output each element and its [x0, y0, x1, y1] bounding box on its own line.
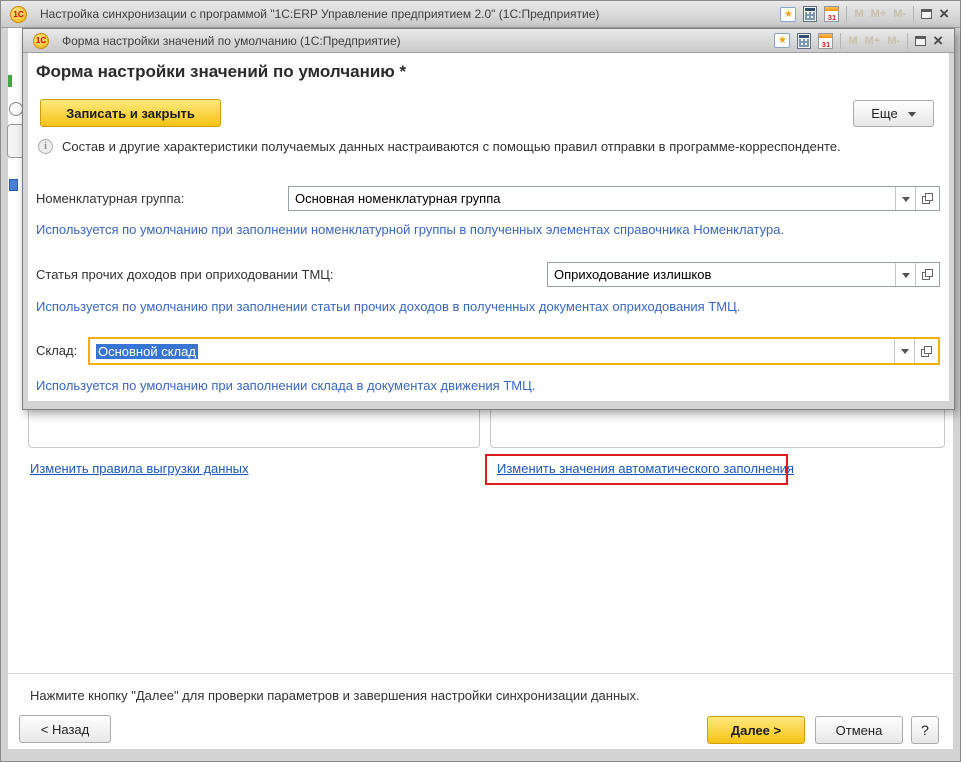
footer-hint: Нажмите кнопку "Далее" для проверки пара… [30, 688, 640, 703]
field-value[interactable]: Основной склад [90, 339, 894, 363]
bg-window-title: Настройка синхронизации с программой "1С… [40, 7, 599, 21]
selected-text: Основной склад [96, 344, 198, 359]
close-button[interactable]: × [933, 34, 943, 48]
bg-titlebar: 1С Настройка синхронизации с программой … [1, 1, 960, 28]
more-button[interactable]: Еще [853, 100, 934, 127]
bg-window-controls: ★ 31 М М+ М- × [780, 6, 960, 22]
fragment-green-marker [8, 75, 12, 87]
open-button[interactable] [915, 187, 939, 210]
calculator-icon[interactable] [803, 6, 817, 22]
chevron-down-icon [908, 112, 916, 121]
modal-window: 1С Форма настройки значений по умолчанию… [22, 28, 955, 410]
page-title: Форма настройки значений по умолчанию * [36, 62, 406, 82]
info-text: Состав и другие характеристики получаемы… [62, 139, 841, 154]
maximize-button[interactable] [921, 9, 932, 19]
open-button[interactable] [914, 339, 938, 363]
memory-m-plus-button[interactable]: М+ [865, 35, 881, 47]
field-label-other-income-item: Статья прочих доходов при оприходовании … [36, 267, 334, 282]
help-button[interactable]: ? [911, 716, 939, 744]
dropdown-button[interactable] [895, 187, 915, 210]
field-hint-warehouse: Используется по умолчанию при заполнении… [36, 378, 535, 393]
field-input-warehouse[interactable]: Основной склад [88, 337, 940, 365]
favorites-icon[interactable]: ★ [780, 7, 796, 22]
info-icon: i [38, 139, 53, 154]
info-row: i Состав и другие характеристики получае… [38, 139, 937, 154]
memory-m-minus-button[interactable]: М- [893, 8, 906, 20]
more-button-label: Еще [871, 106, 897, 121]
titlebar-separator [846, 6, 847, 22]
titlebar-separator [907, 33, 908, 49]
cancel-button[interactable]: Отмена [815, 716, 903, 744]
field-value[interactable]: Оприходование излишков [548, 263, 895, 286]
memory-m-plus-button[interactable]: М+ [871, 8, 887, 20]
modal-window-controls: ★ 31 М М+ М- × [774, 33, 954, 49]
fragment-blue-icon [9, 179, 18, 191]
calendar-icon[interactable]: 31 [818, 33, 833, 49]
open-icon [922, 193, 933, 204]
titlebar-separator [840, 33, 841, 49]
field-label-nomenclature-group: Номенклатурная группа: [36, 191, 184, 206]
footer-separator [8, 673, 953, 674]
favorites-icon[interactable]: ★ [774, 33, 790, 48]
dropdown-icon [902, 273, 910, 282]
field-label-warehouse: Склад: [36, 343, 77, 358]
memory-m-minus-button[interactable]: М- [887, 35, 900, 47]
link-edit-upload-rules[interactable]: Изменить правила выгрузки данных [30, 461, 248, 476]
memory-m-button[interactable]: М [854, 8, 863, 20]
calculator-icon[interactable] [797, 33, 811, 49]
memory-m-button[interactable]: М [848, 35, 857, 47]
save-and-close-button[interactable]: Записать и закрыть [40, 99, 221, 127]
calendar-icon[interactable]: 31 [824, 6, 839, 22]
open-icon [922, 269, 933, 280]
red-highlight-box [485, 454, 788, 485]
dropdown-icon [902, 197, 910, 206]
close-button[interactable]: × [939, 7, 949, 21]
dropdown-icon [901, 349, 909, 358]
field-hint-other-income-item: Используется по умолчанию при заполнении… [36, 299, 740, 314]
onec-logo-icon: 1С [33, 33, 49, 49]
maximize-button[interactable] [915, 36, 926, 46]
modal-body: Форма настройки значений по умолчанию * … [28, 53, 949, 401]
field-input-other-income-item[interactable]: Оприходование излишков [547, 262, 940, 287]
modal-titlebar: 1С Форма настройки значений по умолчанию… [23, 29, 954, 53]
dropdown-button[interactable] [895, 263, 915, 286]
back-button[interactable]: < Назад [19, 715, 111, 743]
field-value[interactable]: Основная номенклатурная группа [289, 187, 895, 210]
titlebar-separator [913, 6, 914, 22]
open-icon [921, 346, 932, 357]
dropdown-button[interactable] [894, 339, 914, 363]
onec-logo-icon: 1С [10, 6, 27, 23]
field-hint-nomenclature-group: Используется по умолчанию при заполнении… [36, 222, 784, 237]
open-button[interactable] [915, 263, 939, 286]
next-button[interactable]: Далее > [707, 716, 805, 744]
screen: 1С Настройка синхронизации с программой … [0, 0, 961, 762]
fragment-radio-circle [9, 102, 23, 116]
modal-window-title: Форма настройки значений по умолчанию (1… [62, 34, 401, 48]
field-input-nomenclature-group[interactable]: Основная номенклатурная группа [288, 186, 940, 211]
